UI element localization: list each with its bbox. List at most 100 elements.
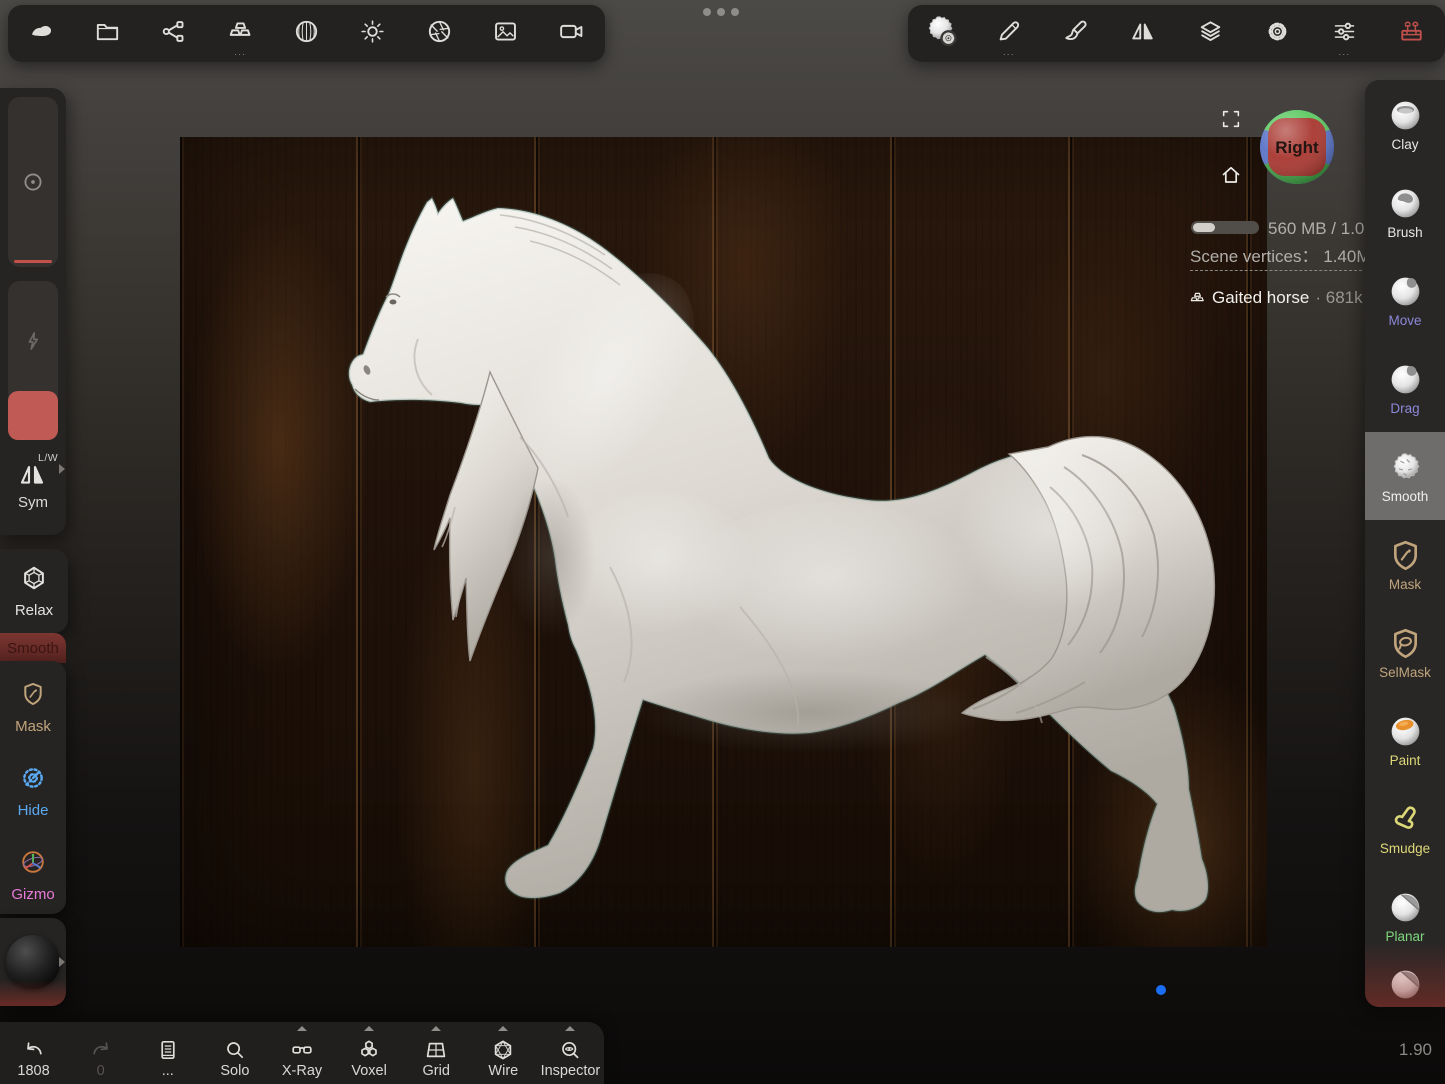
tool-brush[interactable]: Brush [1365, 168, 1445, 256]
tool-label: Smudge [1380, 842, 1430, 856]
bottom-button-label: 1808 [17, 1064, 49, 1079]
more-dots: ··· [215, 50, 265, 58]
bottom-button-1808[interactable]: 1808 [0, 1022, 67, 1084]
stroke-pencil-icon [995, 18, 1022, 50]
lighting-sun-icon [359, 18, 386, 50]
sphere-planar-icon [1387, 889, 1424, 926]
toolbar-button-settings-gear[interactable] [1252, 9, 1302, 59]
memory-text: 560 MB / 1.09 G [1268, 219, 1367, 239]
panel-page-dot[interactable] [1156, 985, 1166, 995]
toolbar-button-mesh-sphere[interactable] [281, 9, 331, 59]
circle-dot-icon [20, 169, 46, 195]
bottom-button-inspector[interactable]: Inspector [537, 1022, 604, 1084]
bottom-button-notebook[interactable]: ... [134, 1022, 201, 1084]
symmetry-mirror-icon [1129, 18, 1156, 50]
tool-clay[interactable]: Clay [1365, 80, 1445, 168]
magnifier-icon [223, 1038, 247, 1062]
object-vertex-count: · 681k [1315, 288, 1362, 308]
tool-mask[interactable]: Mask [1365, 520, 1445, 608]
symmetry-label: Sym [0, 494, 66, 511]
undo-icon [22, 1038, 46, 1062]
bottom-button-solo[interactable]: Solo [201, 1022, 268, 1084]
tool-smudge[interactable]: Smudge [1365, 784, 1445, 872]
redo-icon [89, 1038, 113, 1062]
tool-label: Clay [1391, 138, 1418, 152]
toolbar-button-material-paintbrush[interactable] [1051, 9, 1101, 59]
bottom-button-0[interactable]: 0 [67, 1022, 134, 1084]
bottom-button-wire[interactable]: Wire [470, 1022, 537, 1084]
toolbar-button-symmetry-mirror[interactable] [1118, 9, 1168, 59]
toolbar-button-tweak-sliders[interactable]: ··· [1319, 9, 1369, 59]
tool-label: Mask [1389, 578, 1421, 592]
chevron-right-icon[interactable] [59, 464, 65, 474]
tool-selmask[interactable]: SelMask [1365, 608, 1445, 696]
toolbar-button-toolbox[interactable] [1386, 9, 1436, 59]
bottom-button-grid[interactable]: Grid [403, 1022, 470, 1084]
radius-slider[interactable] [8, 97, 58, 267]
left-tools-card: MaskHideGizmo [0, 661, 66, 914]
toolbar-button-lighting-sun[interactable] [348, 9, 398, 59]
tool-planar[interactable]: Planar [1365, 872, 1445, 960]
scene-vertices-label: Scene vertices： [1190, 247, 1319, 266]
fullscreen-expand-icon[interactable] [1220, 108, 1242, 130]
ghost-smooth-panel[interactable]: Smooth [0, 633, 66, 663]
material-card[interactable] [0, 918, 66, 1006]
red-fade-overlay [0, 980, 66, 1006]
viewport-canvas[interactable] [180, 137, 1267, 947]
chevron-right-icon[interactable] [59, 957, 65, 967]
bottom-button-voxel[interactable]: Voxel [336, 1022, 403, 1084]
intensity-slider[interactable] [8, 281, 58, 440]
relax-button[interactable]: Relax [0, 549, 68, 633]
caret-up-icon [364, 1026, 374, 1031]
top-toolbar-left: ··· [8, 5, 605, 62]
scene-object-row[interactable]: Gaited horse · 681k [1189, 288, 1363, 308]
toolbar-button-postprocess-aperture[interactable] [414, 9, 464, 59]
orientation-gizmo[interactable]: Right [1259, 109, 1335, 185]
intensity-slider-fill [8, 391, 58, 440]
home-indicator-dots[interactable] [703, 8, 739, 16]
toolbar-button-files-folder[interactable] [82, 9, 132, 59]
postprocess-aperture-icon [426, 18, 453, 50]
tool-paint[interactable]: Paint [1365, 696, 1445, 784]
zoom-level: 1.90 [1380, 1040, 1432, 1060]
gizmo-face-label: Right [1275, 138, 1319, 157]
topology-ingots-icon [227, 18, 254, 50]
left-tool-hide[interactable]: Hide [0, 751, 66, 831]
left-tool-mask[interactable]: Mask [0, 667, 66, 747]
toolbar-button-app-logo[interactable] [16, 9, 66, 59]
horse-model[interactable] [180, 137, 1267, 947]
shield-brush-icon [1387, 537, 1424, 574]
object-name: Gaited horse [1212, 288, 1309, 308]
toolbar-button-camera-video[interactable] [547, 9, 597, 59]
camera-video-icon [558, 18, 585, 50]
toolbar-button-background-image[interactable] [480, 9, 530, 59]
tool-move[interactable]: Move [1365, 256, 1445, 344]
ingots-icon [1189, 290, 1206, 307]
left-tool-gizmo[interactable]: Gizmo [0, 835, 66, 915]
notebook-icon [156, 1038, 180, 1062]
bottom-button-x-ray[interactable]: X-Ray [268, 1022, 335, 1084]
home-view-icon[interactable] [1219, 163, 1243, 187]
relax-label: Relax [15, 602, 53, 619]
smudge-hand-icon [1387, 801, 1424, 838]
shield-brush-icon [19, 680, 47, 713]
glasses-icon [290, 1038, 314, 1062]
gizmo-orbit-icon [19, 848, 47, 881]
bottom-toolbar: 1808 0...SoloX-RayVoxelGridWireInspector [0, 1022, 604, 1084]
sphere-move-icon [1387, 273, 1424, 310]
tool-drag[interactable]: Drag [1365, 344, 1445, 432]
voxel-cubes-icon [357, 1038, 381, 1062]
caret-up-icon [565, 1026, 575, 1031]
toolbar-button-active-tool-smooth[interactable] [917, 9, 967, 59]
toolbar-button-layers-stack[interactable] [1185, 9, 1235, 59]
relax-icon [20, 564, 48, 597]
symmetry-button[interactable]: L/W Sym [0, 454, 66, 530]
tool-partial-next[interactable] [1365, 960, 1445, 1007]
tool-smooth[interactable]: Smooth [1365, 432, 1445, 520]
toolbar-button-topology-ingots[interactable]: ··· [215, 9, 265, 59]
caret-up-icon [498, 1026, 508, 1031]
more-dots: ··· [984, 50, 1034, 58]
toolbar-button-scene-graph[interactable] [149, 9, 199, 59]
status-divider [1190, 270, 1362, 271]
toolbar-button-stroke-pencil[interactable]: ··· [984, 9, 1034, 59]
